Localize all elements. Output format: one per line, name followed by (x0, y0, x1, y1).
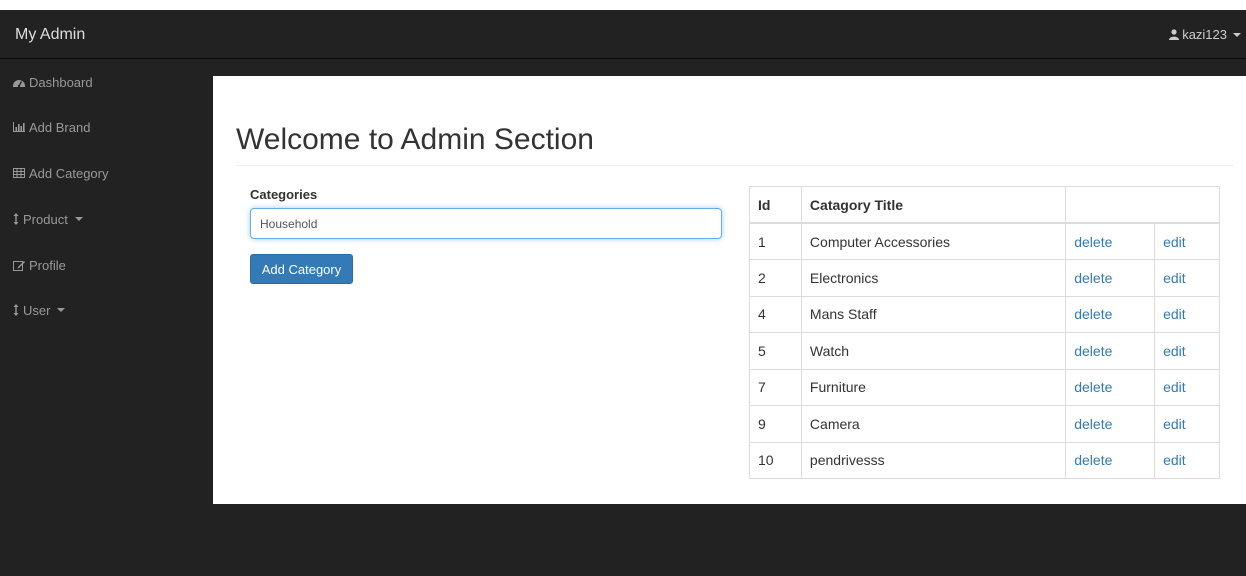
sidebar-item-add-brand[interactable]: Add Brand (13, 117, 90, 137)
cell-title: Electronics (800, 259, 1067, 297)
table-row: 2 Electronics delete edit (749, 259, 1220, 297)
table-icon (13, 168, 25, 178)
bar-chart-icon (13, 122, 25, 132)
sidebar-item-profile[interactable]: Profile (13, 255, 66, 275)
header-id: Id (749, 186, 802, 224)
username-label: kazi123 (1182, 27, 1227, 42)
cell-id: 7 (749, 368, 802, 406)
table-row: 7 Furniture delete edit (749, 368, 1220, 406)
sidebar-item-label: Add Brand (29, 119, 91, 135)
edit-icon (13, 260, 25, 271)
delete-link[interactable]: delete (1074, 343, 1112, 359)
edit-link[interactable]: edit (1163, 452, 1186, 468)
sidebar: Dashboard Add Brand Add Category Product… (0, 60, 213, 520)
cell-id: 5 (749, 332, 802, 370)
edit-link[interactable]: edit (1163, 416, 1186, 432)
dashboard-icon (13, 77, 25, 88)
cell-id: 4 (749, 295, 802, 333)
vertical-resize-icon (13, 213, 19, 225)
sidebar-item-label: Dashboard (29, 74, 93, 90)
cell-id: 2 (749, 259, 802, 297)
table-row: 5 Watch delete edit (749, 332, 1220, 370)
cell-title: Mans Staff (800, 295, 1067, 333)
chevron-down-icon (74, 217, 83, 221)
sidebar-item-product[interactable]: Product (13, 209, 83, 229)
categories-label: Categories (250, 187, 318, 202)
cell-id: 10 (749, 441, 802, 479)
sidebar-item-label: Product (23, 211, 68, 227)
chevron-down-icon (57, 308, 66, 312)
delete-link[interactable]: delete (1074, 452, 1112, 468)
table-row: 1 Computer Accessories delete edit (749, 222, 1220, 260)
category-input[interactable] (250, 208, 722, 239)
top-navbar: My Admin kazi123 (0, 10, 1246, 59)
delete-link[interactable]: delete (1074, 306, 1112, 322)
add-category-button[interactable]: Add Category (250, 254, 353, 284)
cell-id: 9 (749, 405, 802, 443)
cell-title: Watch (800, 332, 1067, 370)
sidebar-item-label: Add Category (29, 165, 109, 181)
brand-link[interactable]: My Admin (15, 26, 85, 44)
table-row: 4 Mans Staff delete edit (749, 295, 1220, 333)
main-content: Welcome to Admin Section Categories Add … (213, 76, 1246, 504)
edit-link[interactable]: edit (1163, 234, 1186, 250)
table-row: 10 pendrivesss delete edit (749, 441, 1220, 479)
chevron-down-icon (1233, 32, 1241, 37)
user-icon (1169, 29, 1180, 40)
header-category-title: Catagory Title (800, 186, 1067, 224)
sidebar-item-dashboard[interactable]: Dashboard (13, 72, 93, 92)
delete-link[interactable]: delete (1074, 379, 1112, 395)
categories-table: Id Catagory Title 1 Computer Accessories… (749, 186, 1220, 479)
delete-link[interactable]: delete (1074, 234, 1112, 250)
browser-top-strip (0, 0, 1246, 10)
user-menu-toggle[interactable]: kazi123 (1169, 27, 1241, 42)
cell-id: 1 (749, 222, 802, 260)
delete-link[interactable]: delete (1074, 416, 1112, 432)
title-divider (236, 165, 1233, 166)
sidebar-item-user[interactable]: User (13, 300, 66, 320)
sidebar-item-label: Profile (29, 257, 66, 273)
edit-link[interactable]: edit (1163, 306, 1186, 322)
edit-link[interactable]: edit (1163, 270, 1186, 286)
cell-title: pendrivesss (800, 441, 1067, 479)
edit-link[interactable]: edit (1163, 379, 1186, 395)
cell-title: Camera (800, 405, 1067, 443)
edit-link[interactable]: edit (1163, 343, 1186, 359)
table-row: 9 Camera delete edit (749, 405, 1220, 443)
cell-title: Computer Accessories (800, 222, 1067, 260)
sidebar-item-label: User (23, 302, 51, 318)
table-header-row: Id Catagory Title (749, 186, 1220, 224)
delete-link[interactable]: delete (1074, 270, 1112, 286)
vertical-resize-icon (13, 304, 19, 316)
page-title: Welcome to Admin Section (236, 123, 594, 156)
cell-title: Furniture (800, 368, 1067, 406)
sidebar-item-add-category[interactable]: Add Category (13, 163, 109, 183)
header-actions (1065, 186, 1220, 224)
